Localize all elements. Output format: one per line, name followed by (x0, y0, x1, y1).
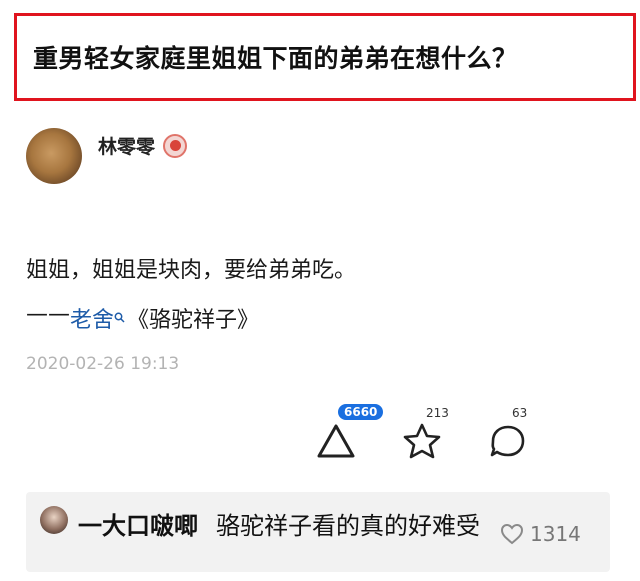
search-icon[interactable] (114, 304, 125, 329)
comment-like-count: 1314 (530, 522, 581, 546)
upvote-triangle-icon (317, 424, 355, 458)
comment-button[interactable]: 63 (488, 406, 538, 460)
commenter-avatar[interactable] (40, 506, 68, 534)
answer-text: 姐姐，姐姐是块肉，要给弟弟吃。 (26, 258, 357, 283)
comment-count: 63 (512, 406, 528, 420)
author-row: 林零零 (26, 128, 188, 184)
star-icon (403, 423, 441, 459)
comment-like-button[interactable]: 1314 (500, 522, 581, 546)
comment-text: 骆驼祥子看的真的好难受 (216, 512, 480, 540)
question-title[interactable]: 重男轻女家庭里姐姐下面的弟弟在想什么？ (33, 39, 518, 75)
heart-icon (500, 523, 524, 545)
quote-line: —— 老舍 《骆驼祥子》 (26, 302, 259, 334)
comment-bubble-icon (490, 425, 525, 457)
quote-book: 《骆驼祥子》 (127, 308, 260, 333)
author-name[interactable]: 林零零 (98, 132, 155, 159)
top-comment[interactable]: 一大口啵唧 骆驼祥子看的真的好难受 1314 (26, 492, 610, 572)
favorite-button[interactable]: 213 (402, 406, 452, 460)
author-avatar[interactable] (26, 128, 82, 184)
commenter-name[interactable]: 一大口啵唧 (78, 506, 198, 541)
upvote-count: 6660 (338, 404, 384, 420)
question-title-box[interactable]: 重男轻女家庭里姐姐下面的弟弟在想什么？ (14, 13, 636, 101)
author-info: 林零零 (98, 132, 188, 159)
quote-author-link[interactable]: 老舍 (70, 302, 114, 334)
verified-badge-icon (163, 133, 188, 158)
upvote-button[interactable]: 6660 (316, 404, 384, 460)
answer-date: 2020-02-26 19:13 (26, 354, 180, 374)
quote-dash: —— (26, 302, 70, 327)
favorite-count: 213 (426, 406, 449, 420)
